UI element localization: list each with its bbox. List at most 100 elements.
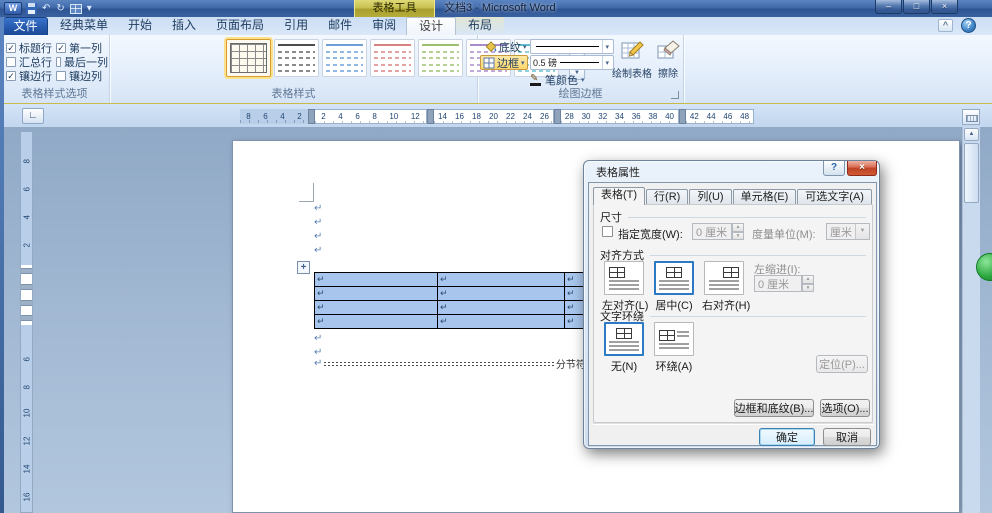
wrapping-option[interactable]: 无(N)	[602, 322, 646, 374]
measure-unit-combo[interactable]: 厘米 ▼	[826, 223, 870, 240]
tab-stop-selector[interactable]: ∟	[22, 108, 44, 124]
ribbon-tab[interactable]: 插入	[162, 17, 206, 35]
ribbon-tab[interactable]: 引用	[274, 17, 318, 35]
table-style-light-shading-dark[interactable]	[274, 39, 319, 77]
spin-up-icon[interactable]: ▲	[732, 223, 744, 232]
checkbox-icon[interactable]	[6, 57, 16, 67]
table-cell[interactable]: ↵	[438, 287, 565, 301]
shading-dropdown-icon[interactable]: ▾	[523, 43, 527, 51]
dialog-tab[interactable]: 列(U)	[689, 189, 731, 205]
ribbon-tab[interactable]: 审阅	[362, 17, 406, 35]
measure-unit-dropdown-icon[interactable]: ▼	[855, 224, 869, 239]
style-option[interactable]: 汇总行	[6, 55, 56, 69]
pen-color-dropdown-icon[interactable]: ▾	[581, 76, 585, 84]
shading-button[interactable]: 底纹 ▾	[482, 39, 530, 54]
style-option[interactable]: ✓标题行	[6, 41, 56, 55]
alignment-option[interactable]: 右对齐(H)	[702, 261, 746, 313]
maximize-button[interactable]: □	[903, 0, 930, 14]
width-spinner[interactable]: ▲ ▼	[732, 223, 744, 240]
spin-down-icon[interactable]: ▼	[732, 232, 744, 241]
file-tab[interactable]: 文件	[3, 17, 48, 35]
table-cell[interactable]: ↵	[315, 273, 438, 287]
table-column-marker[interactable]	[308, 109, 315, 124]
borders-dropdown-icon[interactable]: ▾	[521, 59, 525, 67]
vertical-ruler[interactable]: 86426810121416	[20, 131, 33, 513]
alignment-option[interactable]: 居中(C)	[652, 261, 696, 313]
contextual-tab[interactable]: 布局	[456, 17, 504, 35]
ruler-toggle-button[interactable]	[962, 109, 980, 125]
save-icon[interactable]	[26, 3, 37, 14]
minimize-button[interactable]: –	[875, 0, 902, 14]
table-column-marker[interactable]	[554, 109, 561, 124]
table-row-marker[interactable]	[21, 315, 32, 321]
width-value-field[interactable]: 0 厘米	[692, 223, 732, 240]
table-style-table-grid[interactable]	[226, 39, 271, 77]
table-row-marker[interactable]	[21, 300, 32, 306]
undo-icon[interactable]: ↶	[41, 2, 51, 15]
preferred-width-checkbox[interactable]	[602, 226, 613, 237]
table-cell[interactable]: ↵	[438, 315, 565, 329]
checkbox-icon[interactable]: ✓	[6, 71, 16, 81]
horizontal-ruler[interactable]: 8642246810121416182022242628303234363840…	[240, 109, 754, 124]
wrapping-option-tile[interactable]	[604, 322, 644, 356]
table-cell[interactable]: ↵	[315, 315, 438, 329]
table-row-marker[interactable]	[21, 268, 32, 274]
table-style-light-shading-green[interactable]	[418, 39, 463, 77]
word-logo-icon[interactable]: W	[4, 2, 22, 15]
table-move-handle[interactable]: +	[297, 261, 310, 274]
table-style-light-shading-blue[interactable]	[322, 39, 367, 77]
scrollbar-thumb[interactable]	[964, 143, 979, 203]
dialog-tab[interactable]: 表格(T)	[593, 187, 645, 205]
table-cell[interactable]: ↵	[315, 301, 438, 315]
alignment-option-tile[interactable]	[604, 261, 644, 295]
redo-icon[interactable]: ↻	[55, 2, 65, 15]
dialog-tab[interactable]: 单元格(E)	[733, 189, 797, 205]
wrapping-option[interactable]: 环绕(A)	[652, 322, 696, 374]
scroll-up-icon[interactable]: ▲	[964, 128, 979, 141]
eraser-button[interactable]: 擦除	[654, 38, 682, 86]
table-style-light-shading-red[interactable]	[370, 39, 415, 77]
dialog-tab[interactable]: 行(R)	[646, 189, 688, 205]
alignment-option-tile[interactable]	[654, 261, 694, 295]
table-properties-dialog[interactable]: 表格属性 ? × 表格(T)行(R)列(U)单元格(E)可选文字(A) 尺寸 指…	[583, 160, 880, 449]
dialog-help-icon[interactable]: ?	[823, 161, 845, 176]
style-option[interactable]: 最后一列	[56, 55, 108, 69]
minimize-ribbon-icon[interactable]: ^	[938, 19, 953, 32]
dialog-tab[interactable]: 可选文字(A)	[797, 189, 872, 205]
checkbox-icon[interactable]	[56, 57, 61, 67]
dialog-close-icon[interactable]: ×	[847, 161, 877, 176]
borders-and-shading-button[interactable]: 边框和底纹(B)...	[734, 399, 814, 417]
table-row-marker[interactable]	[21, 284, 32, 290]
style-option[interactable]: 镶边列	[56, 69, 108, 83]
ok-button[interactable]: 确定	[759, 428, 815, 446]
options-button[interactable]: 选项(O)...	[820, 399, 870, 417]
style-option[interactable]: ✓第一列	[56, 41, 108, 55]
qat-customize-dropdown-icon[interactable]: ▾	[86, 2, 93, 15]
table-column-marker[interactable]	[427, 109, 434, 124]
checkbox-icon[interactable]: ✓	[6, 43, 16, 53]
ribbon-tab[interactable]: 开始	[118, 17, 162, 35]
borders-button[interactable]: 边框 ▾	[480, 55, 528, 70]
contextual-tab[interactable]: 设计	[406, 17, 456, 35]
vertical-scrollbar[interactable]: ▲	[962, 127, 980, 513]
wrapping-option-tile[interactable]	[654, 322, 694, 356]
table-cell[interactable]: ↵	[315, 287, 438, 301]
help-icon[interactable]: ?	[961, 18, 976, 33]
style-option[interactable]: ✓镶边行	[6, 69, 56, 83]
ribbon-tab[interactable]: 经典菜单	[50, 17, 118, 35]
dialog-launcher-icon[interactable]	[671, 91, 679, 99]
close-button[interactable]: ×	[931, 0, 958, 14]
table-column-marker[interactable]	[679, 109, 686, 124]
checkbox-icon[interactable]	[56, 71, 66, 81]
ribbon-tab[interactable]: 邮件	[318, 17, 362, 35]
table-cell[interactable]: ↵	[438, 301, 565, 315]
cancel-button[interactable]: 取消	[823, 428, 871, 446]
qat-table-icon[interactable]	[70, 4, 82, 14]
line-weight-combo[interactable]: 0.5 磅 ▾	[530, 55, 614, 70]
alignment-option-tile[interactable]	[704, 261, 744, 295]
draw-table-button[interactable]: 绘制表格	[610, 38, 654, 86]
ribbon-tab[interactable]: 页面布局	[206, 17, 274, 35]
alignment-option[interactable]: 左对齐(L)	[602, 261, 646, 313]
table-cell[interactable]: ↵	[438, 273, 565, 287]
checkbox-icon[interactable]: ✓	[56, 43, 66, 53]
